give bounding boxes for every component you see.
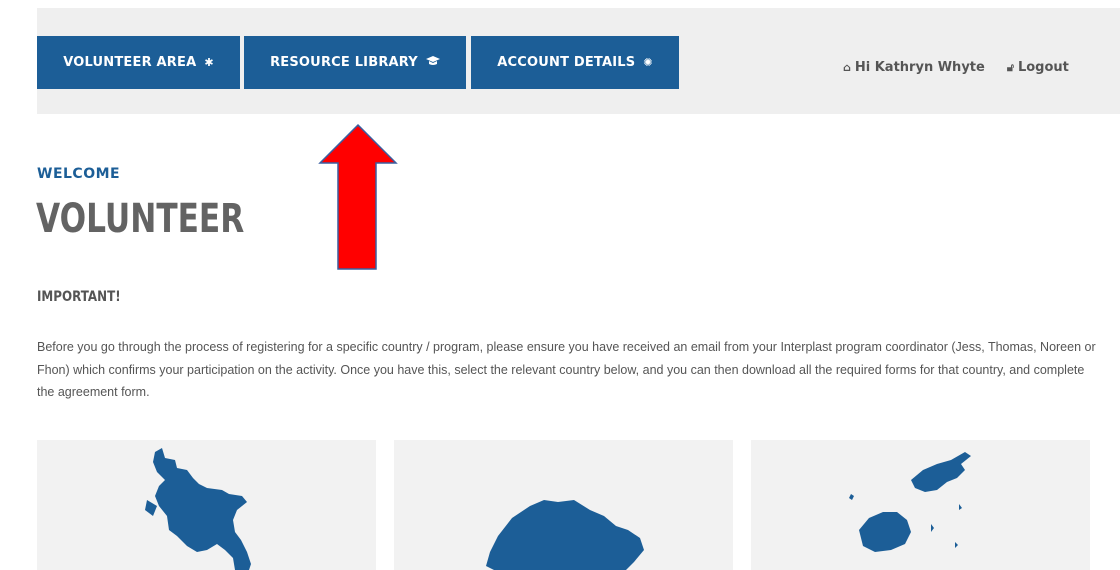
unlock-icon: 🔓︎: [1006, 61, 1014, 74]
bhutan-map-icon: [486, 500, 644, 570]
greeting[interactable]: ⌂ Hi Kathryn Whyte: [843, 60, 985, 75]
volunteer-area-button[interactable]: VOLUNTEER AREA ✱: [37, 36, 240, 89]
resource-library-label: RESOURCE LIBRARY: [270, 55, 418, 70]
country-card-bangladesh[interactable]: [37, 440, 376, 570]
important-heading: IMPORTANT!: [37, 289, 121, 305]
red-arrow-annotation: [318, 123, 398, 278]
logout-label: Logout: [1017, 60, 1069, 75]
notice-paragraph: Before you go through the process of reg…: [37, 340, 1096, 399]
home-icon: ⌂: [843, 61, 851, 74]
greeting-text: Hi Kathryn Whyte: [854, 60, 985, 75]
bangladesh-map-icon: [145, 448, 251, 570]
account-details-label: ACCOUNT DETAILS: [497, 55, 636, 70]
country-card-bhutan[interactable]: [394, 440, 733, 570]
country-card-fiji[interactable]: [751, 440, 1090, 570]
logout-link[interactable]: 🔓︎ Logout: [1007, 60, 1069, 75]
page-title: VOLUNTEER: [36, 196, 245, 242]
account-details-button[interactable]: ACCOUNT DETAILS ✺: [471, 36, 679, 89]
resource-library-button[interactable]: RESOURCE LIBRARY: [244, 36, 466, 89]
volunteer-area-label: VOLUNTEER AREA: [63, 55, 197, 70]
welcome-subtitle: WELCOME: [37, 166, 121, 182]
fiji-map-icon: [849, 452, 971, 552]
user-area: ⌂ Hi Kathryn Whyte 🔓︎ Logout: [843, 60, 1069, 75]
asterisk-icon: ✱: [204, 56, 214, 69]
gear-icon: ✺: [643, 56, 653, 69]
graduation-cap-icon: [425, 56, 440, 69]
top-navigation: VOLUNTEER AREA ✱ RESOURCE LIBRARY ACCOUN…: [37, 8, 1120, 114]
